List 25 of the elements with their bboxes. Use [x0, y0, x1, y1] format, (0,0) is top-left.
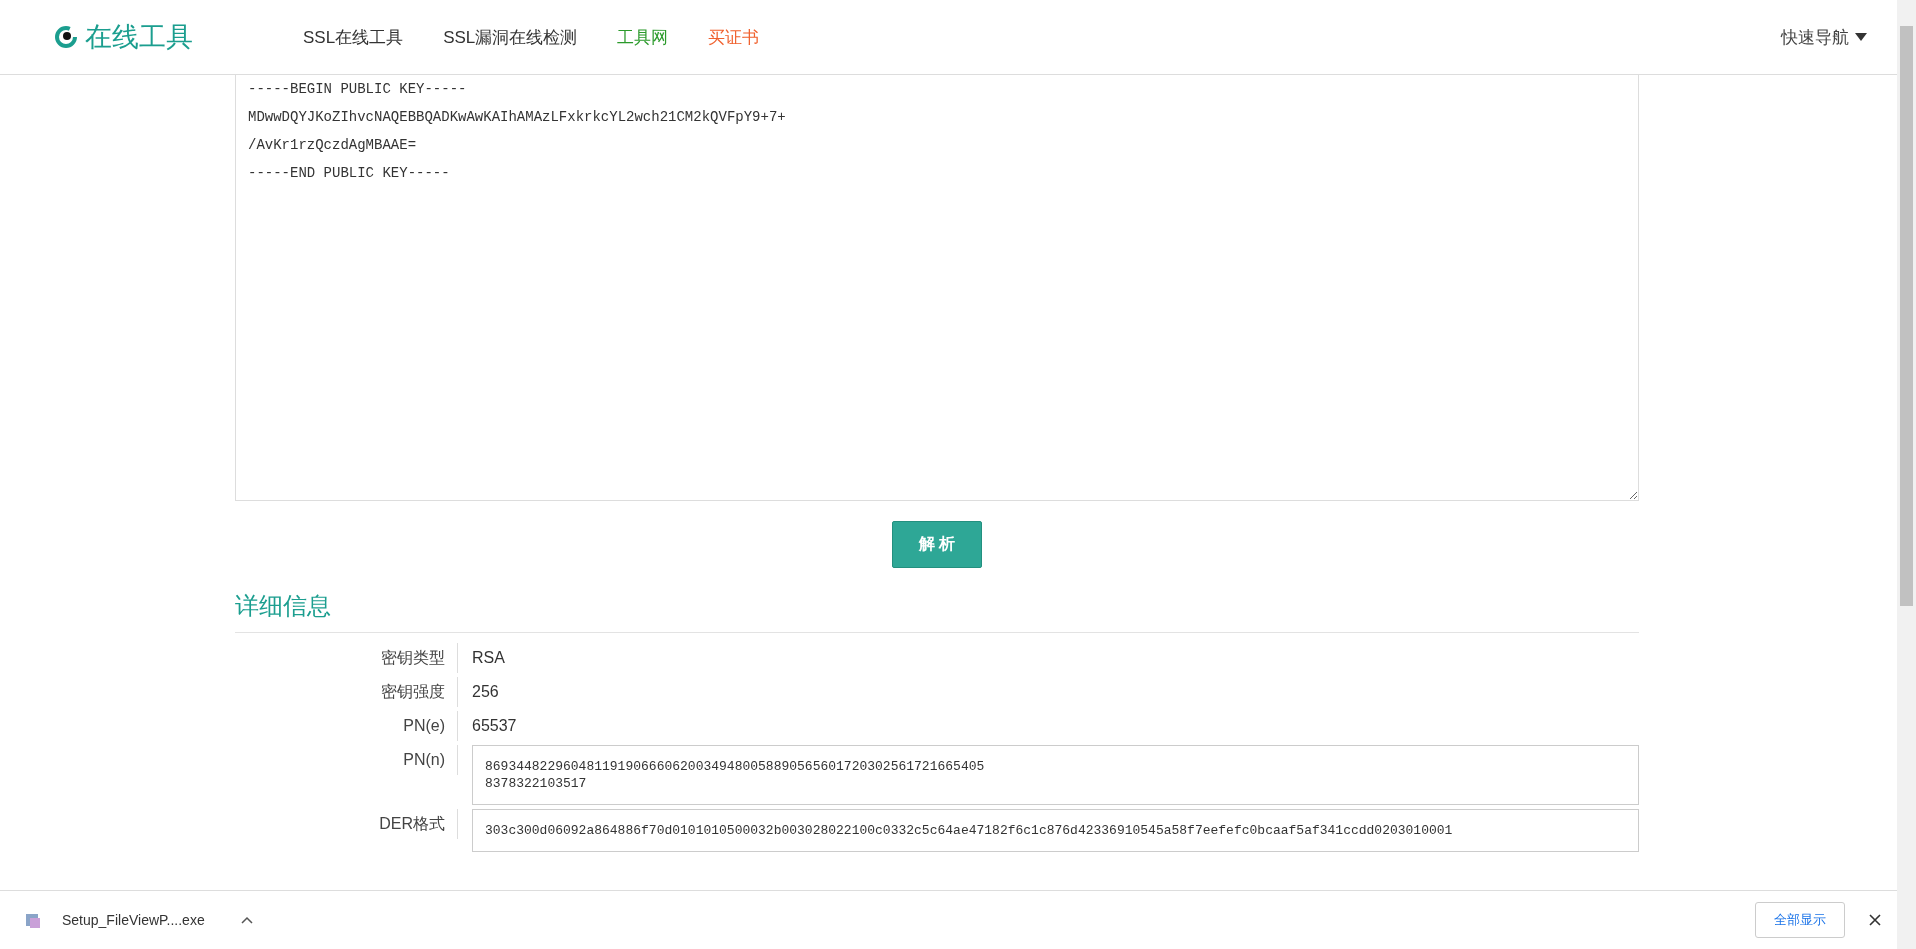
- installer-icon: [24, 911, 42, 929]
- close-icon[interactable]: [1869, 914, 1881, 926]
- chevron-up-icon[interactable]: [240, 916, 253, 924]
- show-all-button[interactable]: 全部显示: [1755, 902, 1845, 938]
- key-input[interactable]: -----BEGIN PUBLIC KEY----- MDwwDQYJKoZIhvcNAQEBBQADKwAwKAIhAMAzLFxkrkcYL2wch21CM2kQVFpY9+7+ /AvKr1rzQczdAgMBAAE= -----END PUBLIC KEY-----: [235, 75, 1639, 501]
- field-label: PN(n): [235, 745, 458, 775]
- caret-icon: [1855, 33, 1867, 41]
- section-title: 详细信息: [235, 590, 1639, 633]
- field-label: PN(e): [235, 711, 458, 741]
- scrollbar-thumb[interactable]: [1900, 26, 1913, 606]
- field-label: DER格式: [235, 809, 458, 839]
- download-file[interactable]: Setup_FileViewP....exe: [62, 912, 205, 928]
- logo-icon: [55, 26, 77, 48]
- field-label: 密钥强度: [235, 677, 458, 707]
- quick-nav-menu[interactable]: 快速导航: [1781, 25, 1867, 49]
- nav-link[interactable]: SSL漏洞在线检测: [443, 25, 578, 49]
- value-box: 303c300d06092a864886f70d0101010500032b003028022100c0332c5c64ae47182f6c1c876d42336910545a58f7eefefc0bcaaf5af341ccdd0203010001: [472, 809, 1639, 852]
- scrollbar[interactable]: [1897, 0, 1916, 949]
- field-value: RSA: [471, 648, 506, 668]
- value-box: 8693448229604811919066606200349480058890565601720302561721665405 8378322103517: [472, 745, 1639, 805]
- nav-link[interactable]: SSL在线工具: [303, 25, 404, 49]
- field-label: 密钥类型: [235, 643, 458, 673]
- nav-link[interactable]: 工具网: [617, 25, 669, 49]
- field-value: 65537: [471, 716, 518, 736]
- field-value: 256: [471, 682, 500, 702]
